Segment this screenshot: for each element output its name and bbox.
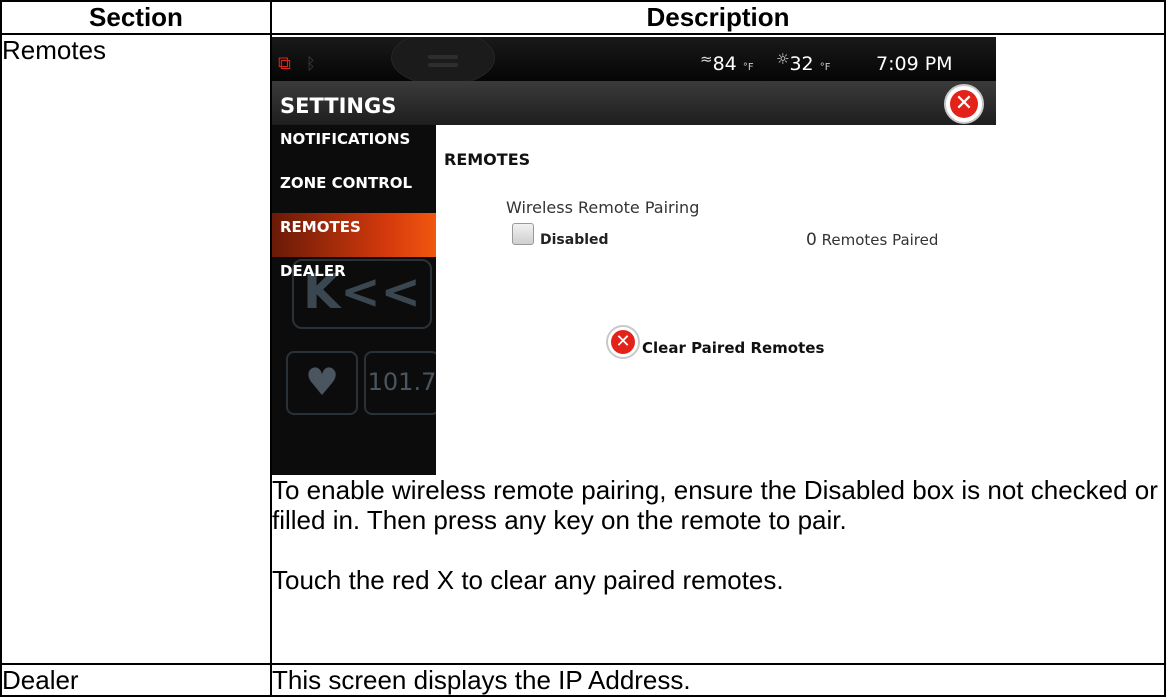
indoor-temp-unit: °F (819, 62, 831, 73)
close-icon: ✕ (950, 90, 978, 118)
pairing-label: Wireless Remote Pairing (506, 198, 700, 217)
close-button[interactable]: ✕ (944, 84, 984, 124)
remotes-paired-count: 0 Remotes Paired (806, 225, 938, 255)
clear-remotes-label[interactable]: Clear Paired Remotes (642, 333, 824, 363)
disabled-label: Disabled (540, 232, 609, 248)
settings-title: SETTINGS (280, 94, 397, 118)
heart-icon: ♥ (286, 351, 358, 415)
wind-icon: ≈ (700, 50, 713, 68)
remotes-count-label: Remotes Paired (821, 231, 939, 249)
outdoor-temp-unit: °F (742, 62, 754, 73)
table-row: Dealer This screen displays the IP Addre… (0, 663, 1166, 697)
description-paragraph-2: Touch the red X to clear any paired remo… (272, 565, 784, 595)
disabled-checkbox[interactable] (512, 223, 534, 245)
sidebar-item-remotes[interactable]: REMOTES (272, 213, 436, 257)
status-bar: ⧉ ᛒ ≈84 °F ☼32 °F 7:09 PM (272, 37, 996, 85)
station-tile: 101.7 (364, 351, 436, 415)
station-frequency: 101.7 (367, 368, 436, 396)
clock: 7:09 PM (876, 53, 953, 75)
device-screenshot: ⧉ ᛒ ≈84 °F ☼32 °F 7:09 PM SETTINGS ✕ K<<… (272, 37, 996, 475)
bluetooth-icon: ᛒ (306, 54, 316, 73)
indoor-temp-value: 32 (789, 53, 814, 75)
description-paragraph-1: To enable wireless remote pairing, ensur… (272, 475, 1158, 535)
settings-content: REMOTES Wireless Remote Pairing Disabled… (436, 125, 996, 475)
description-text: To enable wireless remote pairing, ensur… (272, 475, 1164, 595)
multi-room-icon: ⧉ (278, 53, 291, 74)
clear-remotes-button[interactable]: ✕ (606, 325, 640, 359)
sidebar-item-zone-control[interactable]: ZONE CONTROL (272, 169, 436, 213)
settings-sidebar: K<< ♥ 101.7 NOTIFICATIONS ZONE CONTROL R… (272, 125, 436, 475)
outdoor-temp-value: 84 (712, 53, 737, 75)
content-heading: REMOTES (444, 150, 531, 169)
table-row: Remotes ⧉ ᛒ ≈84 °F ☼32 °F 7:09 PM SETTIN… (0, 33, 1166, 665)
home-button (392, 37, 494, 85)
sidebar-item-dealer[interactable]: DEALER (272, 257, 436, 301)
description-cell: This screen displays the IP Address. (270, 663, 1166, 697)
header-description: Description (270, 0, 1166, 35)
description-cell: ⧉ ᛒ ≈84 °F ☼32 °F 7:09 PM SETTINGS ✕ K<<… (270, 33, 1166, 665)
section-cell: Remotes (0, 33, 272, 665)
sun-icon: ☼ (776, 50, 790, 68)
header-section: Section (0, 0, 272, 35)
indoor-temp: ☼32 °F (776, 49, 830, 83)
document-table: Section Description Remotes ⧉ ᛒ ≈84 °F ☼… (0, 0, 1166, 697)
section-cell: Dealer (0, 663, 272, 697)
header-row: Section Description (0, 0, 1166, 35)
outdoor-temp: ≈84 °F (700, 49, 754, 83)
clear-x-icon: ✕ (611, 330, 635, 354)
remotes-count-value: 0 (806, 230, 817, 250)
title-bar: SETTINGS ✕ (272, 81, 996, 125)
sidebar-item-notifications[interactable]: NOTIFICATIONS (272, 125, 436, 169)
